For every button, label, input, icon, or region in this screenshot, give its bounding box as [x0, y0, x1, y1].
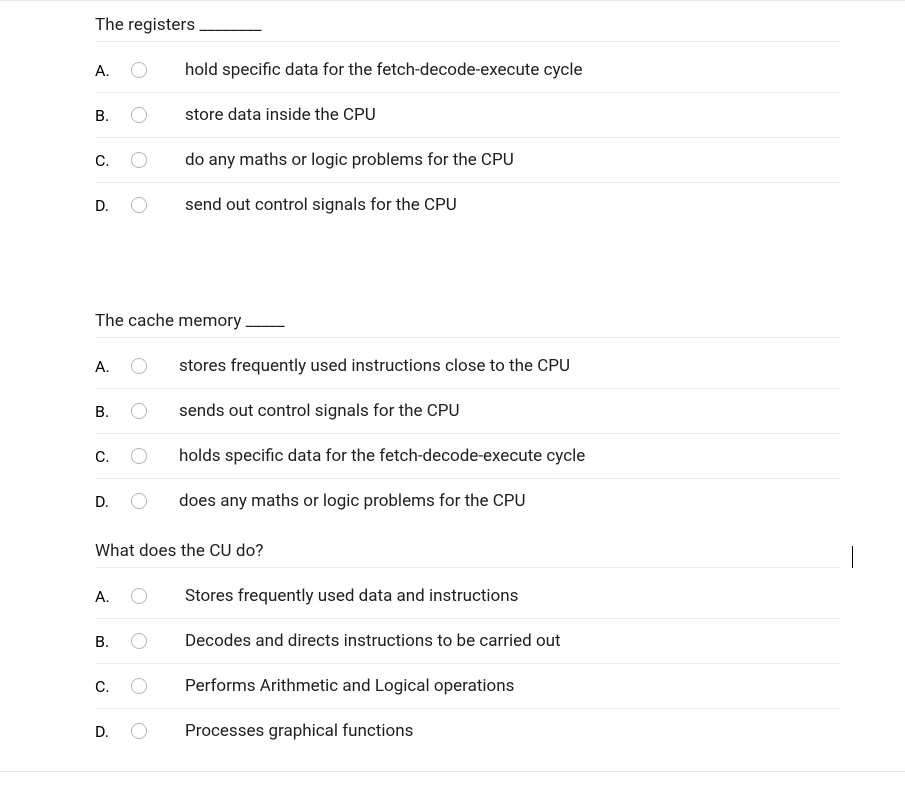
- option-letter: D.: [95, 196, 113, 215]
- option-text: Performs Arithmetic and Logical operatio…: [185, 676, 514, 696]
- radio-icon[interactable]: [131, 62, 147, 78]
- option-text: hold specific data for the fetch-decode-…: [185, 60, 582, 80]
- option-list: A. hold specific data for the fetch-deco…: [95, 48, 840, 227]
- question-prompt: What does the CU do?: [95, 541, 840, 568]
- option-row[interactable]: B. store data inside the CPU: [95, 93, 840, 138]
- radio-icon[interactable]: [131, 152, 147, 168]
- question-block: What does the CU do? A. Stores frequentl…: [95, 527, 840, 757]
- radio-icon[interactable]: [131, 588, 147, 604]
- option-letter: C.: [95, 447, 113, 466]
- option-text: stores frequently used instructions clos…: [179, 356, 570, 376]
- option-row[interactable]: A. Stores frequently used data and instr…: [95, 574, 840, 619]
- option-letter: C.: [95, 151, 113, 170]
- option-row[interactable]: D. does any maths or logic problems for …: [95, 479, 840, 523]
- text-cursor: [852, 546, 853, 568]
- option-row[interactable]: B. sends out control signals for the CPU: [95, 389, 840, 434]
- option-letter: A.: [95, 61, 113, 80]
- radio-icon[interactable]: [131, 197, 147, 213]
- radio-icon[interactable]: [131, 448, 147, 464]
- radio-icon[interactable]: [131, 107, 147, 123]
- question-block: The registers ________ A. hold specific …: [95, 1, 840, 297]
- option-text: send out control signals for the CPU: [185, 195, 457, 215]
- option-letter: B.: [95, 402, 113, 421]
- question-prompt: The registers ________: [95, 15, 840, 42]
- option-text: do any maths or logic problems for the C…: [185, 150, 514, 170]
- option-row[interactable]: A. hold specific data for the fetch-deco…: [95, 48, 840, 93]
- option-list: A. stores frequently used instructions c…: [95, 344, 840, 523]
- option-row[interactable]: A. stores frequently used instructions c…: [95, 344, 840, 389]
- radio-icon[interactable]: [131, 723, 147, 739]
- question-block: The cache memory _____ A. stores frequen…: [95, 297, 840, 527]
- option-text: holds specific data for the fetch-decode…: [179, 446, 585, 466]
- option-row[interactable]: C. Performs Arithmetic and Logical opera…: [95, 664, 840, 709]
- option-text: Stores frequently used data and instruct…: [185, 586, 518, 606]
- option-letter: D.: [95, 722, 113, 741]
- radio-icon[interactable]: [131, 633, 147, 649]
- option-row[interactable]: B. Decodes and directs instructions to b…: [95, 619, 840, 664]
- question-prompt: The cache memory _____: [95, 311, 840, 338]
- option-letter: B.: [95, 632, 113, 651]
- option-letter: A.: [95, 587, 113, 606]
- option-letter: C.: [95, 677, 113, 696]
- radio-icon[interactable]: [131, 493, 147, 509]
- option-letter: A.: [95, 357, 113, 376]
- option-letter: D.: [95, 492, 113, 511]
- option-list: A. Stores frequently used data and instr…: [95, 574, 840, 753]
- option-row[interactable]: C. holds specific data for the fetch-dec…: [95, 434, 840, 479]
- option-text: store data inside the CPU: [185, 105, 376, 125]
- option-text: sends out control signals for the CPU: [179, 401, 460, 421]
- option-text: Decodes and directs instructions to be c…: [185, 631, 561, 651]
- radio-icon[interactable]: [131, 678, 147, 694]
- option-text: does any maths or logic problems for the…: [179, 491, 526, 511]
- option-row[interactable]: C. do any maths or logic problems for th…: [95, 138, 840, 183]
- option-row[interactable]: D. send out control signals for the CPU: [95, 183, 840, 227]
- option-text: Processes graphical functions: [185, 721, 413, 741]
- option-row[interactable]: D. Processes graphical functions: [95, 709, 840, 753]
- quiz-page: The registers ________ A. hold specific …: [0, 0, 905, 772]
- option-letter: B.: [95, 106, 113, 125]
- radio-icon[interactable]: [131, 358, 147, 374]
- radio-icon[interactable]: [131, 403, 147, 419]
